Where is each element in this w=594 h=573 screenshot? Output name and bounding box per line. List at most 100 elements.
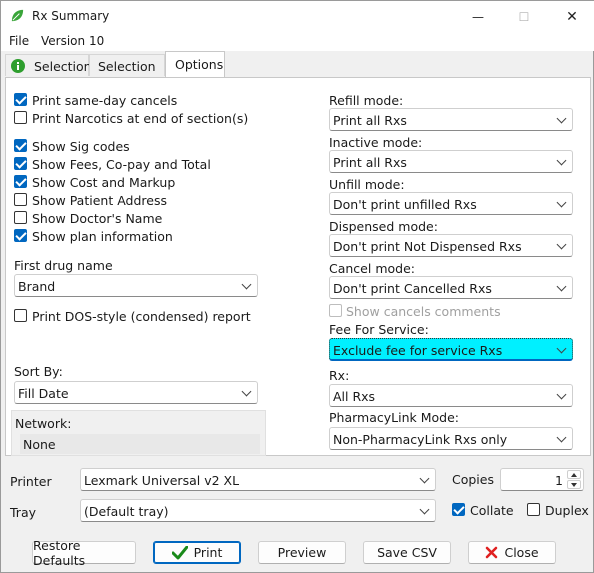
print-label: Print: [193, 545, 223, 560]
restore-defaults-button[interactable]: Restore Defaults: [32, 538, 136, 568]
show-fees-checkbox[interactable]: [14, 157, 27, 170]
network-label: Network:: [15, 416, 72, 431]
inactive-mode-value: Print all Rxs: [333, 155, 407, 170]
fee-for-service-select[interactable]: Exclude fee for service Rxs: [329, 338, 573, 361]
tab-bar: Selection Selection 2 Options: [1, 51, 594, 89]
minimize-button[interactable]: —: [456, 1, 500, 32]
pharmacylink-mode-label: PharmacyLink Mode:: [329, 410, 459, 425]
restore-defaults-label: Restore Defaults: [33, 537, 86, 568]
show-plan-information-checkbox[interactable]: [14, 229, 27, 242]
title-bar: Rx Summary — ☐ ✕: [1, 1, 594, 32]
printer-select[interactable]: Lexmark Universal v2 XL: [80, 468, 436, 491]
show-patient-address-checkbox[interactable]: [14, 193, 27, 206]
close-label: Close: [504, 545, 539, 560]
network-list[interactable]: None: [20, 434, 260, 454]
close-icon: ✕: [566, 8, 578, 25]
chevron-up-icon: [571, 473, 577, 477]
sort-by-select[interactable]: Fill Date: [14, 381, 258, 404]
maximize-button[interactable]: ☐: [502, 1, 546, 32]
show-patient-address-label: Show Patient Address: [32, 193, 167, 208]
print-button[interactable]: Print: [153, 541, 241, 564]
collate-label: Collate: [470, 503, 514, 518]
preview-label: Preview: [277, 545, 327, 560]
chevron-down-icon: [556, 239, 567, 250]
show-cost-markup-checkbox[interactable]: [14, 175, 27, 188]
chevron-down-icon: [556, 343, 567, 354]
checkmark-icon: [171, 545, 188, 559]
pharmacylink-mode-select[interactable]: Non-PharmacyLink Rxs only: [329, 427, 573, 450]
refill-mode-value: Print all Rxs: [333, 113, 407, 128]
dos-style-checkbox[interactable]: [14, 309, 27, 322]
tray-label: Tray: [10, 505, 36, 520]
chevron-down-icon: [556, 155, 567, 166]
copies-up-button[interactable]: [567, 470, 581, 479]
tray-select[interactable]: (Default tray): [80, 499, 436, 522]
print-same-day-cancels-label: Print same-day cancels: [32, 93, 178, 108]
tab-options-label: Options: [175, 57, 224, 72]
show-fees-label: Show Fees, Co-pay and Total: [32, 157, 211, 172]
first-drug-name-value: Brand: [18, 279, 56, 294]
save-csv-button[interactable]: Save CSV: [363, 541, 451, 564]
unfill-mode-value: Don't print unfilled Rxs: [333, 197, 477, 212]
fee-for-service-value: Exclude fee for service Rxs: [333, 343, 503, 358]
unfill-mode-select[interactable]: Don't print unfilled Rxs: [329, 192, 573, 215]
cancel-mode-select[interactable]: Don't print Cancelled Rxs: [329, 276, 573, 299]
show-doctors-name-label: Show Doctor's Name: [32, 211, 163, 226]
preview-button[interactable]: Preview: [258, 541, 346, 564]
close-window-button[interactable]: ✕: [550, 1, 594, 32]
unfill-mode-label: Unfill mode:: [329, 177, 405, 192]
cancel-mode-value: Don't print Cancelled Rxs: [333, 281, 492, 296]
first-drug-name-label: First drug name: [14, 258, 113, 273]
first-drug-name-select[interactable]: Brand: [14, 274, 258, 297]
show-cost-markup-label: Show Cost and Markup: [32, 175, 176, 190]
menu-bar: File Version 10: [1, 32, 594, 51]
maximize-icon: ☐: [518, 9, 530, 24]
chevron-down-icon: [556, 281, 567, 292]
rx-summary-window: Rx Summary — ☐ ✕ File Version 10 Selecti…: [0, 0, 594, 573]
show-doctors-name-checkbox[interactable]: [14, 211, 27, 224]
close-button[interactable]: Close: [468, 541, 556, 564]
collate-checkbox[interactable]: [452, 503, 465, 516]
copies-stepper[interactable]: 1: [500, 468, 584, 491]
print-same-day-cancels-checkbox[interactable]: [14, 93, 27, 106]
rx-select[interactable]: All Rxs: [329, 384, 573, 407]
chevron-down-icon: [241, 386, 252, 397]
sort-by-label: Sort By:: [14, 364, 63, 379]
pharmacylink-mode-value: Non-PharmacyLink Rxs only: [333, 432, 508, 447]
dispensed-mode-value: Don't print Not Dispensed Rxs: [333, 239, 522, 254]
menu-file[interactable]: File: [9, 34, 29, 48]
chevron-down-icon: [556, 432, 567, 443]
tab-options[interactable]: Options: [165, 51, 225, 78]
show-cancels-comments-checkbox[interactable]: [329, 304, 342, 317]
info-icon: [11, 59, 25, 73]
network-box: Network: None: [11, 410, 266, 456]
dos-style-label: Print DOS-style (condensed) report: [32, 309, 251, 324]
copies-down-button[interactable]: [567, 480, 581, 489]
copies-value: 1: [555, 473, 563, 488]
chevron-down-icon: [419, 504, 430, 515]
dispensed-mode-select[interactable]: Don't print Not Dispensed Rxs: [329, 234, 573, 257]
tab-selection-2[interactable]: Selection 2: [89, 54, 165, 89]
tab-selection[interactable]: Selection: [5, 54, 92, 76]
network-value: None: [23, 437, 56, 452]
copies-label: Copies: [452, 472, 494, 487]
show-sig-codes-checkbox[interactable]: [14, 139, 27, 152]
duplex-checkbox[interactable]: [527, 503, 540, 516]
rx-value: All Rxs: [333, 389, 376, 404]
leaf-icon: [11, 9, 24, 22]
menu-version[interactable]: Version 10: [41, 34, 104, 48]
printer-value: Lexmark Universal v2 XL: [84, 473, 240, 488]
inactive-mode-label: Inactive mode:: [329, 135, 423, 150]
refill-mode-select[interactable]: Print all Rxs: [329, 108, 573, 131]
print-narcotics-label: Print Narcotics at end of section(s): [32, 111, 249, 126]
printer-label: Printer: [10, 474, 52, 489]
chevron-down-icon: [241, 279, 252, 290]
refill-mode-label: Refill mode:: [329, 93, 404, 108]
show-plan-information-label: Show plan information: [32, 229, 173, 244]
chevron-down-icon: [419, 473, 430, 484]
inactive-mode-select[interactable]: Print all Rxs: [329, 150, 573, 173]
print-narcotics-checkbox[interactable]: [14, 111, 27, 124]
tab-selection-label: Selection: [34, 59, 92, 74]
cancel-mode-label: Cancel mode:: [329, 261, 415, 276]
x-icon: [486, 546, 498, 559]
